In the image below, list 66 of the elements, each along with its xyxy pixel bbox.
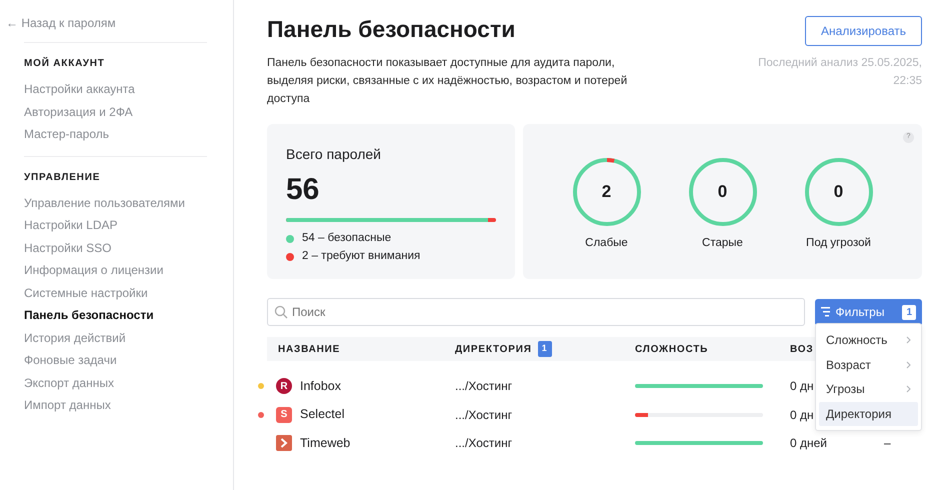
sidebar-item[interactable]: Информация о лицензии (24, 259, 233, 282)
sidebar-item[interactable]: Настройки аккаунта (24, 78, 233, 100)
sidebar-item[interactable]: Настройки SSO (24, 236, 233, 259)
sidebar-item[interactable]: Авторизация и 2ФА (24, 100, 233, 123)
ring-label: Старые (702, 236, 743, 251)
chevron-right-icon (906, 336, 911, 344)
menu-item[interactable]: Директория (819, 402, 918, 426)
age-cell: 0 дн (790, 379, 814, 394)
sidebar-item[interactable]: Экспорт данных (24, 372, 233, 394)
column-header[interactable]: ДИРЕКТОРИЯ (455, 342, 532, 356)
search-icon (274, 305, 288, 319)
card-title: Всего паролей (286, 145, 382, 164)
menu-item-label: Угрозы (826, 381, 865, 398)
ring-chart (804, 156, 874, 227)
back-link[interactable]: ← Назад к паролям (6, 14, 116, 32)
menu-item[interactable]: Угрозы (819, 377, 918, 402)
item-name[interactable]: Infobox (300, 376, 342, 396)
sidebar-item[interactable]: Импорт данных (24, 394, 233, 416)
menu-item-label: Сложность (826, 332, 888, 350)
sidebar-item[interactable]: Настройки LDAP (24, 214, 233, 236)
directory-cell-text: .../Хостинг (455, 406, 514, 424)
item-name[interactable]: Selectel (300, 405, 344, 424)
filter-icon (821, 307, 830, 317)
ring-value: 2 (600, 180, 612, 203)
table-cell-text: – (884, 435, 891, 452)
ring-label: Под угрозой (806, 236, 871, 251)
ring-value: 0 (832, 180, 844, 203)
last-analysis-text: Последний анализ 25.05.2025, 22:35 (757, 56, 922, 89)
analyze-button[interactable]: Анализировать (805, 16, 922, 46)
filters-button[interactable]: Фильтры 1 (815, 298, 922, 326)
item-name[interactable]: Timeweb (300, 434, 350, 453)
logo-icon: R (276, 378, 292, 394)
directory-cell-text: .../Хостинг (455, 378, 514, 396)
column-header[interactable]: ВОЗ (790, 342, 814, 356)
total-count: 56 (286, 172, 320, 208)
sidebar-item[interactable]: Фоновые задачи (24, 349, 233, 372)
menu-item[interactable]: Возраст (819, 352, 918, 377)
chevron-right-icon (906, 360, 911, 369)
sidebar-item[interactable]: Системные настройки (24, 282, 233, 304)
legend-text: 2 – требуют внимания (302, 249, 420, 264)
age-cell: 0 дн (790, 408, 814, 422)
page-title: Панель безопасности (267, 16, 516, 44)
ring-chart (688, 156, 758, 227)
section-heading: МОЙ АККАУНТ (24, 56, 105, 71)
logo-icon: S (276, 406, 292, 423)
chevron-right-icon (906, 385, 911, 394)
search-field[interactable]: Поиск (267, 298, 805, 326)
sidebar-item[interactable]: Панель безопасности (24, 304, 233, 326)
menu-item-label: Директория (826, 406, 892, 423)
directory-cell-text: .../Хостинг (455, 435, 514, 452)
sidebar-item[interactable]: Управление пользователями (24, 192, 233, 214)
menu-item-label: Возраст (826, 356, 871, 374)
legend-text: 54 – безопасные (302, 231, 392, 246)
count-badge: 1 (538, 341, 552, 357)
count-badge: 1 (902, 304, 916, 320)
description-text: Панель безопасности показывает доступные для аудита пароли, выделяя риски, связанные с их надёжностью, возрастом и потерей доступа (267, 56, 628, 107)
ring-label: Слабые (585, 236, 628, 251)
section-heading: УПРАВЛЕНИЕ (24, 170, 100, 184)
ring-value: 0 (716, 180, 728, 203)
column-header[interactable]: СЛОЖНОСТЬ (635, 342, 708, 356)
ring-chart (572, 156, 642, 227)
menu-item[interactable]: Сложность (819, 328, 918, 352)
sidebar-item[interactable]: Мастер-пароль (24, 123, 233, 146)
sidebar-item[interactable]: История действий (24, 326, 233, 349)
column-header[interactable]: НАЗВАНИЕ (278, 342, 340, 356)
age-cell: 0 дней (790, 436, 828, 450)
